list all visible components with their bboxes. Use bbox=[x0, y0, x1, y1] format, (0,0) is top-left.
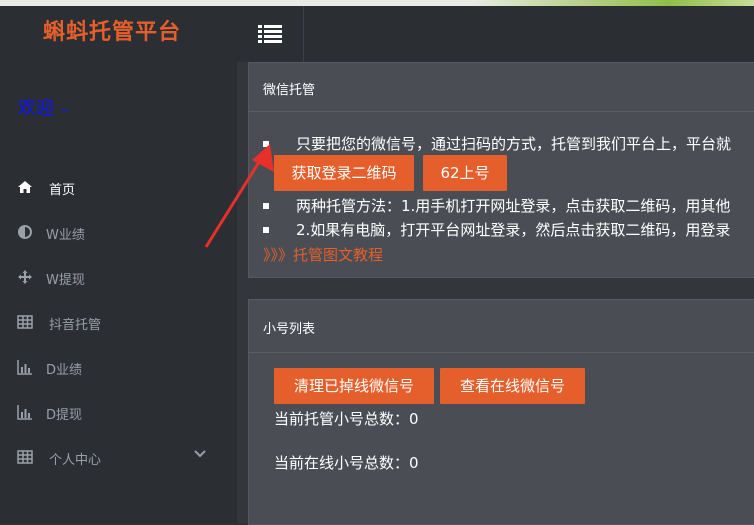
home-icon bbox=[18, 181, 32, 193]
move-arrows-icon bbox=[18, 270, 32, 284]
clear-offline-wechat-button[interactable]: 清理已掉线微信号 bbox=[274, 368, 434, 404]
sidebar-item-douyin-hosting[interactable]: 抖音托管 bbox=[0, 301, 237, 346]
bar-chart-icon bbox=[17, 405, 32, 420]
welcome-caret: ~ bbox=[60, 103, 71, 117]
table-icon bbox=[17, 315, 33, 329]
brand-header: 蝌蚪托管平台 bbox=[0, 6, 237, 61]
sidebar-item-label: D提现 bbox=[46, 408, 83, 423]
list-icon bbox=[258, 25, 282, 43]
top-bar bbox=[237, 6, 754, 63]
sidebar-item-label: W业绩 bbox=[46, 228, 85, 243]
sidebar-toggle-button[interactable] bbox=[237, 6, 304, 62]
sidebar-item-label: W提现 bbox=[46, 273, 85, 288]
annotation-arrow-icon bbox=[204, 144, 274, 248]
panel-title: 小号列表 bbox=[263, 322, 316, 337]
sidebar-item-label: 首页 bbox=[49, 183, 76, 198]
panel-header: 微信托管 bbox=[249, 63, 754, 112]
hosted-count-text: 当前托管小号总数：0 bbox=[274, 410, 419, 428]
sidebar-item-personal-center[interactable]: 个人中心 bbox=[0, 436, 237, 481]
bar-chart-icon bbox=[17, 360, 32, 375]
login-62-button[interactable]: 62上号 bbox=[423, 155, 507, 191]
sidebar-item-label: D业绩 bbox=[46, 363, 83, 378]
chevron-down-icon[interactable] bbox=[193, 447, 207, 461]
sidebar-item-d-performance[interactable]: D业绩 bbox=[0, 346, 237, 391]
sidebar-item-w-withdraw[interactable]: W提现 bbox=[0, 256, 237, 301]
app-title[interactable]: 蝌蚪托管平台 bbox=[43, 14, 181, 46]
intro-text: 只要把您的微信号，通过扫码的方式，托管到我们平台上，平台就 bbox=[296, 135, 732, 153]
panel-header: 小号列表 bbox=[249, 300, 754, 353]
main-content: 微信托管 只要把您的微信号，通过扫码的方式，托管到我们平台上，平台就 获取登录二… bbox=[237, 62, 754, 525]
view-online-wechat-button[interactable]: 查看在线微信号 bbox=[440, 368, 585, 404]
welcome-user-dropdown[interactable]: 欢迎 ~ bbox=[18, 94, 70, 120]
wechat-hosting-panel: 微信托管 只要把您的微信号，通过扫码的方式，托管到我们平台上，平台就 获取登录二… bbox=[248, 62, 754, 278]
welcome-label: 欢迎 bbox=[18, 98, 54, 119]
online-count-text: 当前在线小号总数：0 bbox=[274, 454, 419, 472]
panel-title: 微信托管 bbox=[263, 83, 316, 98]
table-icon bbox=[17, 450, 33, 464]
sidebar: 蝌蚪托管平台 欢迎 ~ 首页 W业绩 W提现 抖音托管 D业绩 D提现 个人中心 bbox=[0, 6, 237, 523]
account-list-panel: 小号列表 清理已掉线微信号 查看在线微信号 当前托管小号总数：0 当前在线小号总… bbox=[248, 299, 754, 525]
pc-method-text: 2.如果有电脑，打开平台网址登录，然后点击获取二维码，用登录 bbox=[296, 221, 731, 239]
sidebar-item-label: 抖音托管 bbox=[49, 318, 102, 333]
get-login-qrcode-button[interactable]: 获取登录二维码 bbox=[274, 155, 414, 191]
sidebar-item-label: 个人中心 bbox=[49, 453, 102, 468]
sidebar-item-d-withdraw[interactable]: D提现 bbox=[0, 391, 237, 436]
half-circle-icon bbox=[18, 225, 32, 239]
hosting-method-text: 两种托管方法：1.用手机打开网址登录，点击获取二维码，用其他 bbox=[296, 197, 731, 215]
